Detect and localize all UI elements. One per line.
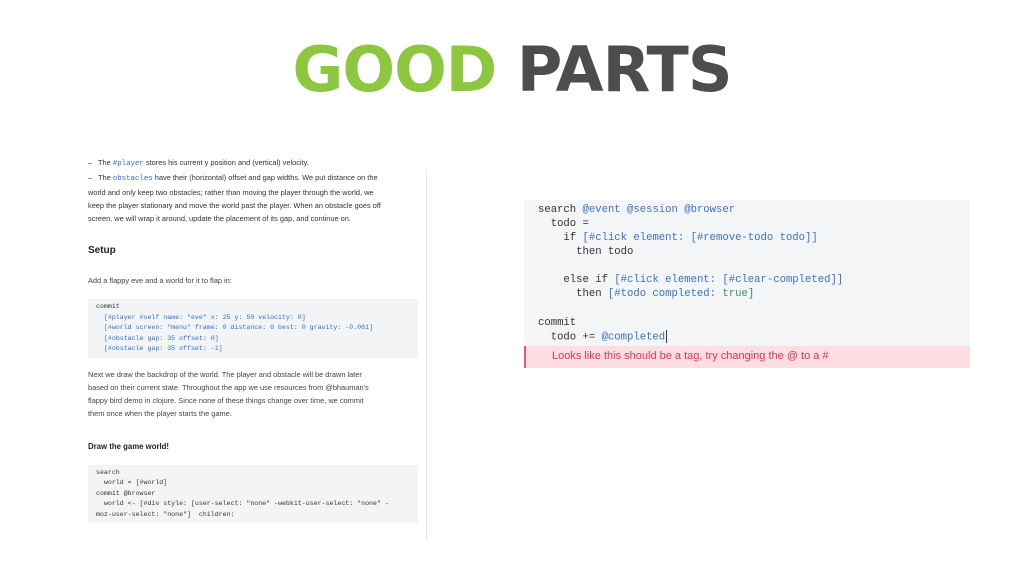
- draw-code-block: search world = [#world] commit @browser …: [88, 464, 418, 523]
- code-line-1: search @event @session @browser: [538, 204, 736, 216]
- text-cursor: [666, 330, 668, 343]
- code-line: [#obstacle gap: 35 offset: -1]: [96, 345, 223, 352]
- code-line: world = [#world]: [96, 479, 168, 486]
- code-line: search: [96, 468, 120, 476]
- code-line: [#world screen: "menu" frame: 0 distance…: [96, 324, 373, 331]
- bullet-obstacles: – The obstacles have their (horizontal) o…: [88, 173, 381, 223]
- code-editor[interactable]: search @event @session @browser todo = i…: [524, 200, 970, 346]
- code-line: world <- [#div style: [user-select: "non…: [96, 500, 389, 507]
- error-message: Looks like this should be a tag, try cha…: [552, 350, 829, 362]
- code-line: [#obstacle gap: 35 offset: 0]: [96, 334, 219, 342]
- code-line-7: commit: [538, 317, 577, 329]
- inline-code-player: #player: [112, 160, 144, 168]
- title-parts: PARTS: [516, 33, 733, 106]
- doc-panel: – The #player stores his current y positi…: [88, 156, 418, 544]
- code-line-4: then todo: [538, 246, 634, 258]
- heading-setup: Setup: [88, 245, 116, 256]
- panel-divider: [426, 170, 427, 540]
- code-line-8: todo += @completed: [538, 330, 668, 344]
- code-line: moz-user-select: "none"] children:: [96, 510, 235, 518]
- setup-code-block: commit [#player #self name: "eve" x: 25 …: [88, 299, 418, 358]
- heading-draw-world: Draw the game world!: [88, 441, 170, 451]
- code-line: commit: [96, 303, 120, 310]
- setup-text: Add a flappy eve and a world for it to f…: [88, 276, 232, 285]
- slide-title: GOOD PARTS: [0, 30, 1024, 110]
- code-line: commit @browser: [96, 489, 156, 497]
- code-line-5: else if [#click element: [#clear-complet…: [538, 274, 844, 286]
- code-line: [#player #self name: "eve" x: 25 y: 50 v…: [96, 313, 306, 321]
- error-bar: Looks like this should be a tag, try cha…: [524, 346, 970, 368]
- title-good: GOOD: [292, 33, 497, 106]
- bullet-player: – The #player stores his current y positi…: [88, 158, 309, 168]
- inline-code-obstacles: obstacles: [112, 175, 153, 183]
- code-line-2: todo =: [538, 218, 589, 230]
- paragraph-backdrop: Next we draw the backdrop of the world. …: [88, 369, 369, 418]
- code-line-6: then [#todo completed: true]: [538, 288, 755, 300]
- code-line-3: if [#click element: [#remove-todo todo]]: [538, 232, 818, 244]
